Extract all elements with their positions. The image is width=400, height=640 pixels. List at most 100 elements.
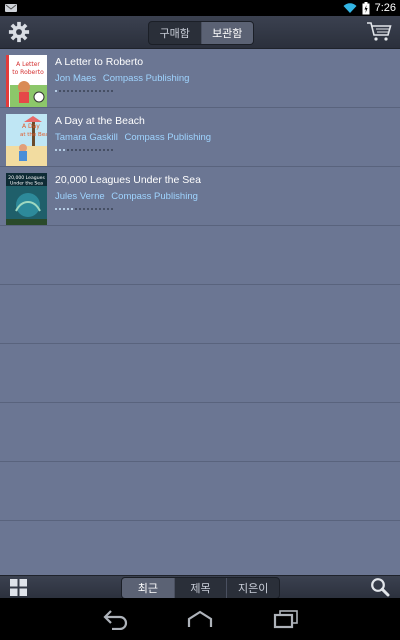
book-meta: Jon Maes Compass Publishing xyxy=(55,73,189,84)
progress-dot xyxy=(63,149,65,151)
progress-dot xyxy=(59,149,61,151)
grid-view-icon[interactable] xyxy=(10,579,27,596)
progress-dot xyxy=(83,208,85,210)
progress-dot xyxy=(71,208,73,210)
progress-dot xyxy=(103,90,105,92)
progress-dot xyxy=(87,149,89,151)
empty-row xyxy=(0,344,400,403)
sort-tab-switch: 최근 제목 지은이 xyxy=(121,577,280,599)
book-row[interactable]: A Letter to Roberto A Letter to Roberto … xyxy=(0,49,400,108)
progress-dot xyxy=(107,90,109,92)
reading-progress xyxy=(55,208,113,211)
progress-dot xyxy=(55,208,57,210)
status-time: 7:26 xyxy=(374,2,396,14)
book-author: Jon Maes xyxy=(55,73,97,84)
svg-text:at the Beach: at the Beach xyxy=(20,132,47,138)
progress-dot xyxy=(55,90,57,92)
progress-dot xyxy=(111,90,113,92)
progress-dot xyxy=(67,90,69,92)
progress-dot xyxy=(99,149,101,151)
progress-dot xyxy=(79,208,81,210)
progress-dot xyxy=(75,149,77,151)
notification-icon xyxy=(5,4,17,12)
book-publisher: Compass Publishing xyxy=(124,132,212,143)
progress-dot xyxy=(107,208,109,210)
reading-progress xyxy=(55,90,113,93)
progress-dot xyxy=(91,90,93,92)
battery-charging-icon xyxy=(362,1,370,14)
progress-dot xyxy=(75,90,77,92)
progress-dot xyxy=(83,149,85,151)
svg-text:Under the Sea: Under the Sea xyxy=(10,181,43,187)
book-meta: Tamara Gaskill Compass Publishing xyxy=(55,132,211,143)
book-cover: 20,000 Leagues Under the Sea xyxy=(6,173,47,225)
book-author: Jules Verne xyxy=(55,191,105,202)
progress-dot xyxy=(87,90,89,92)
book-title: A Letter to Roberto xyxy=(55,56,144,68)
progress-dot xyxy=(67,208,69,210)
progress-dot xyxy=(79,149,81,151)
progress-dot xyxy=(63,208,65,210)
book-title: 20,000 Leagues Under the Sea xyxy=(55,174,201,186)
cart-icon[interactable] xyxy=(366,20,392,42)
svg-text:20,000 Leagues: 20,000 Leagues xyxy=(8,175,45,181)
progress-dot xyxy=(75,208,77,210)
tab-purchased[interactable]: 구매함 xyxy=(149,22,201,44)
progress-dot xyxy=(55,149,57,151)
empty-row xyxy=(0,521,400,575)
library-tab-switch: 구매함 보관함 xyxy=(148,21,254,45)
progress-dot xyxy=(71,90,73,92)
progress-dot xyxy=(107,149,109,151)
book-author: Tamara Gaskill xyxy=(55,132,118,143)
progress-dot xyxy=(59,208,61,210)
progress-dot xyxy=(111,208,113,210)
svg-text:to Roberto: to Roberto xyxy=(12,69,44,76)
svg-text:A Letter: A Letter xyxy=(16,61,40,68)
system-nav-bar xyxy=(0,598,400,640)
book-list: A Letter to Roberto A Letter to Roberto … xyxy=(0,49,400,575)
top-bar: 구매함 보관함 xyxy=(0,16,400,49)
search-icon[interactable] xyxy=(370,577,390,597)
sort-tab-recent[interactable]: 최근 xyxy=(122,578,174,598)
progress-dot xyxy=(95,208,97,210)
progress-dot xyxy=(91,208,93,210)
wifi-icon xyxy=(343,3,357,13)
sort-tab-title[interactable]: 제목 xyxy=(173,578,227,598)
back-icon[interactable] xyxy=(102,608,130,630)
status-bar: 7:26 xyxy=(0,0,400,16)
recents-icon[interactable] xyxy=(272,608,300,630)
svg-text:A Day: A Day xyxy=(22,123,40,130)
progress-dot xyxy=(103,208,105,210)
progress-dot xyxy=(103,149,105,151)
book-publisher: Compass Publishing xyxy=(111,191,198,202)
progress-dot xyxy=(95,90,97,92)
progress-dot xyxy=(87,208,89,210)
book-publisher: Compass Publishing xyxy=(102,73,190,84)
sort-tab-author[interactable]: 지은이 xyxy=(226,578,279,598)
progress-dot xyxy=(83,90,85,92)
book-meta: Jules Verne Compass Publishing xyxy=(55,191,198,202)
tab-library[interactable]: 보관함 xyxy=(200,22,253,44)
home-icon[interactable] xyxy=(186,608,214,630)
progress-dot xyxy=(79,90,81,92)
book-cover: A Day at the Beach xyxy=(6,114,47,166)
empty-row xyxy=(0,462,400,521)
empty-row xyxy=(0,285,400,344)
progress-dot xyxy=(67,149,69,151)
book-row[interactable]: A Day at the Beach A Day at the Beach Ta… xyxy=(0,108,400,167)
book-title: A Day at the Beach xyxy=(55,115,145,127)
progress-dot xyxy=(95,149,97,151)
progress-dot xyxy=(59,90,61,92)
progress-dot xyxy=(111,149,113,151)
progress-dot xyxy=(63,90,65,92)
progress-dot xyxy=(91,149,93,151)
progress-dot xyxy=(99,208,101,210)
book-row[interactable]: 20,000 Leagues Under the Sea 20,000 Leag… xyxy=(0,167,400,226)
reading-progress xyxy=(55,149,113,152)
bottom-toolbar: 최근 제목 지은이 xyxy=(0,575,400,599)
gear-icon[interactable] xyxy=(8,21,30,43)
empty-row xyxy=(0,226,400,285)
progress-dot xyxy=(99,90,101,92)
empty-row xyxy=(0,403,400,462)
book-cover: A Letter to Roberto xyxy=(6,55,47,107)
